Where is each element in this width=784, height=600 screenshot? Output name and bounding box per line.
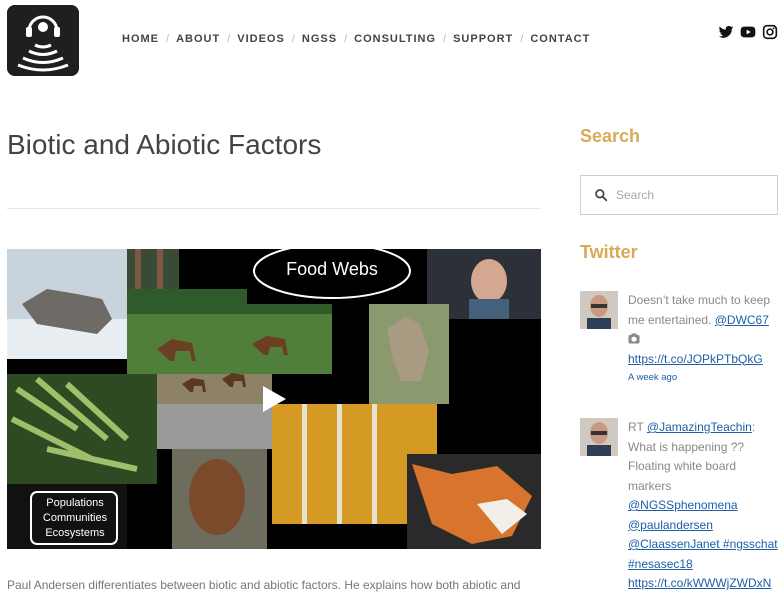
title-divider: [7, 208, 541, 209]
social-links: [718, 24, 778, 40]
main-nav: HOME / ABOUT / VIDEOS / NGSS / CONSULTIN…: [122, 33, 590, 45]
tweet-mention-link[interactable]: @JamazingTeachin: [647, 420, 752, 434]
level-communities: Communities: [42, 512, 108, 524]
tweet-hashtag-link[interactable]: #ngsschat: [720, 537, 778, 551]
tweet-mention-link[interactable]: @paulandersen: [628, 518, 713, 532]
tweet-avatar[interactable]: [580, 291, 618, 329]
twitter-heading: Twitter: [580, 242, 638, 262]
nav-separator: /: [291, 33, 295, 45]
food-webs-label: Food Webs: [286, 259, 378, 279]
tweet-text: Doesn’t take much to keep: [628, 293, 771, 307]
tweet-text: :: [751, 420, 756, 434]
tweet-text: Floating white board: [628, 459, 737, 473]
nav-separator: /: [443, 33, 447, 45]
nav-separator: /: [520, 33, 524, 45]
headphones-logo-icon: [7, 5, 79, 76]
level-ecosystems: Ecosystems: [45, 527, 105, 539]
nav-contact[interactable]: CONTACT: [530, 33, 590, 45]
search-input[interactable]: [616, 188, 766, 202]
tweet-text: me entertained.: [628, 312, 715, 327]
tweet-body: Doesn’t take much to keep me entertained…: [628, 291, 780, 385]
tweet-text: markers: [628, 478, 672, 493]
tweet-url-link[interactable]: https://t.co/JOPkPTbQkG: [628, 352, 763, 366]
nav-ngss[interactable]: NGSS: [302, 33, 337, 45]
tweet-rt: RT: [628, 420, 647, 434]
nav-separator: /: [166, 33, 170, 45]
youtube-icon[interactable]: [740, 24, 756, 40]
tweet-timestamp[interactable]: A week ago: [628, 371, 780, 385]
tweet-text: What is happening ??: [628, 439, 745, 454]
camera-icon: [628, 333, 640, 344]
nav-about[interactable]: ABOUT: [176, 33, 220, 45]
nav-home[interactable]: HOME: [122, 33, 159, 45]
level-populations: Populations: [46, 497, 104, 509]
twitter-icon[interactable]: [718, 24, 734, 40]
search-box[interactable]: [580, 175, 778, 215]
tweet-mention-link[interactable]: @NGSSphenomena: [628, 498, 738, 512]
tweet-mention-link[interactable]: @ClaassenJanet: [628, 537, 720, 551]
nav-separator: /: [344, 33, 348, 45]
tweet-url-link[interactable]: https://t.co/kWWWjZWDxN: [628, 576, 771, 590]
nav-consulting[interactable]: CONSULTING: [354, 33, 436, 45]
search-icon: [595, 189, 608, 202]
nav-videos[interactable]: VIDEOS: [237, 33, 285, 45]
nav-support[interactable]: SUPPORT: [453, 33, 513, 45]
tweet-hashtag-link[interactable]: #nesasec18: [628, 557, 693, 571]
search-heading: Search: [580, 126, 641, 146]
post-title: Biotic and Abiotic Factors: [7, 129, 322, 160]
instagram-icon[interactable]: [762, 24, 778, 40]
tweet-body: RT @JamazingTeachin: What is happening ?…: [628, 418, 780, 594]
nav-separator: /: [227, 33, 231, 45]
post-excerpt: Paul Andersen differentiates between bio…: [7, 578, 521, 592]
site-logo[interactable]: [7, 5, 79, 76]
video-player[interactable]: Food Webs Populations Communities Ecosys…: [7, 249, 541, 549]
levels-label: Populations Communities Ecosystems: [35, 496, 115, 541]
tweet-avatar[interactable]: [580, 418, 618, 456]
tweet-mention-link[interactable]: @DWC67: [715, 313, 769, 327]
